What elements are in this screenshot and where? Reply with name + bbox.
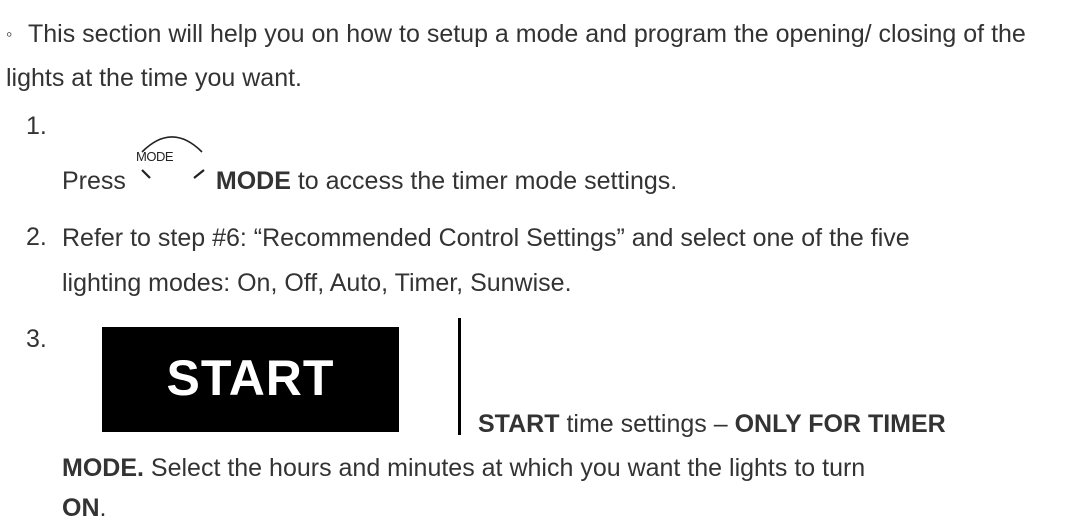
step-2-line-1: Refer to step #6: “Recommended Control S…	[62, 224, 910, 252]
step-3-bold-mode: MODE.	[62, 454, 144, 482]
instruction-section: ◦ This section will help you on how to se…	[0, 0, 1067, 527]
step-3-line-1: START time settings – ONLY FOR TIMER	[478, 409, 946, 439]
step-1-bold: MODE	[215, 167, 291, 195]
mode-icon-label: MODE	[136, 149, 174, 164]
step-3-bold-on: ON	[62, 494, 100, 522]
intro-text: This section will help you on how to set…	[6, 20, 1026, 92]
bullet-icon: ◦	[6, 24, 13, 44]
step-3-text-1: time settings –	[566, 410, 728, 438]
step-3-text-2: Select the hours and minutes at which yo…	[150, 454, 866, 482]
step-3-text-3: .	[99, 494, 107, 522]
step-2-number: 2.	[26, 223, 47, 251]
step-3-bold-start: START	[478, 410, 560, 438]
start-image-label: START	[166, 350, 335, 406]
step-2-line-2: lighting modes: On, Off, Auto, Timer, Su…	[62, 269, 572, 297]
intro-paragraph: ◦ This section will help you on how to se…	[6, 12, 1061, 100]
divider-bar	[458, 318, 461, 435]
step-3-line-3: ON.	[62, 493, 106, 523]
step-1-text: Press MODE to access the timer mode setti…	[62, 166, 677, 196]
step-3-bold-timer: ONLY FOR TIMER	[734, 410, 946, 438]
step-3-number: 3.	[26, 325, 47, 353]
step-1-suffix: to access the timer mode settings.	[297, 167, 678, 195]
start-button-image: START	[102, 327, 399, 432]
step-1-prefix: Press	[62, 167, 126, 195]
step-1-number: 1.	[26, 112, 47, 140]
step-3-line-2: MODE. Select the hours and minutes at wh…	[62, 453, 865, 483]
